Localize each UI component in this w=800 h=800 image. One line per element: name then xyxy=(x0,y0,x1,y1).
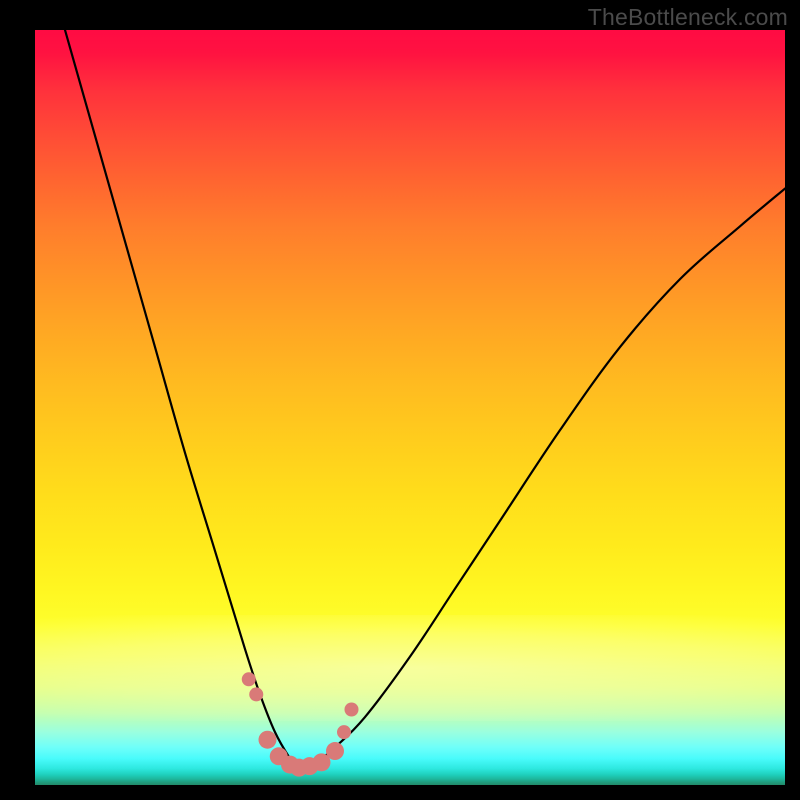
curve-marker xyxy=(242,672,256,686)
chart-frame: TheBottleneck.com xyxy=(0,0,800,800)
curve-marker xyxy=(326,742,344,760)
bottleneck-curve xyxy=(65,30,785,768)
curve-marker xyxy=(345,703,359,717)
curve-layer xyxy=(35,30,785,785)
curve-marker xyxy=(259,731,277,749)
curve-marker xyxy=(337,725,351,739)
curve-marker xyxy=(249,687,263,701)
marker-group xyxy=(242,672,359,776)
watermark-text: TheBottleneck.com xyxy=(588,4,788,31)
plot-area xyxy=(35,30,785,785)
